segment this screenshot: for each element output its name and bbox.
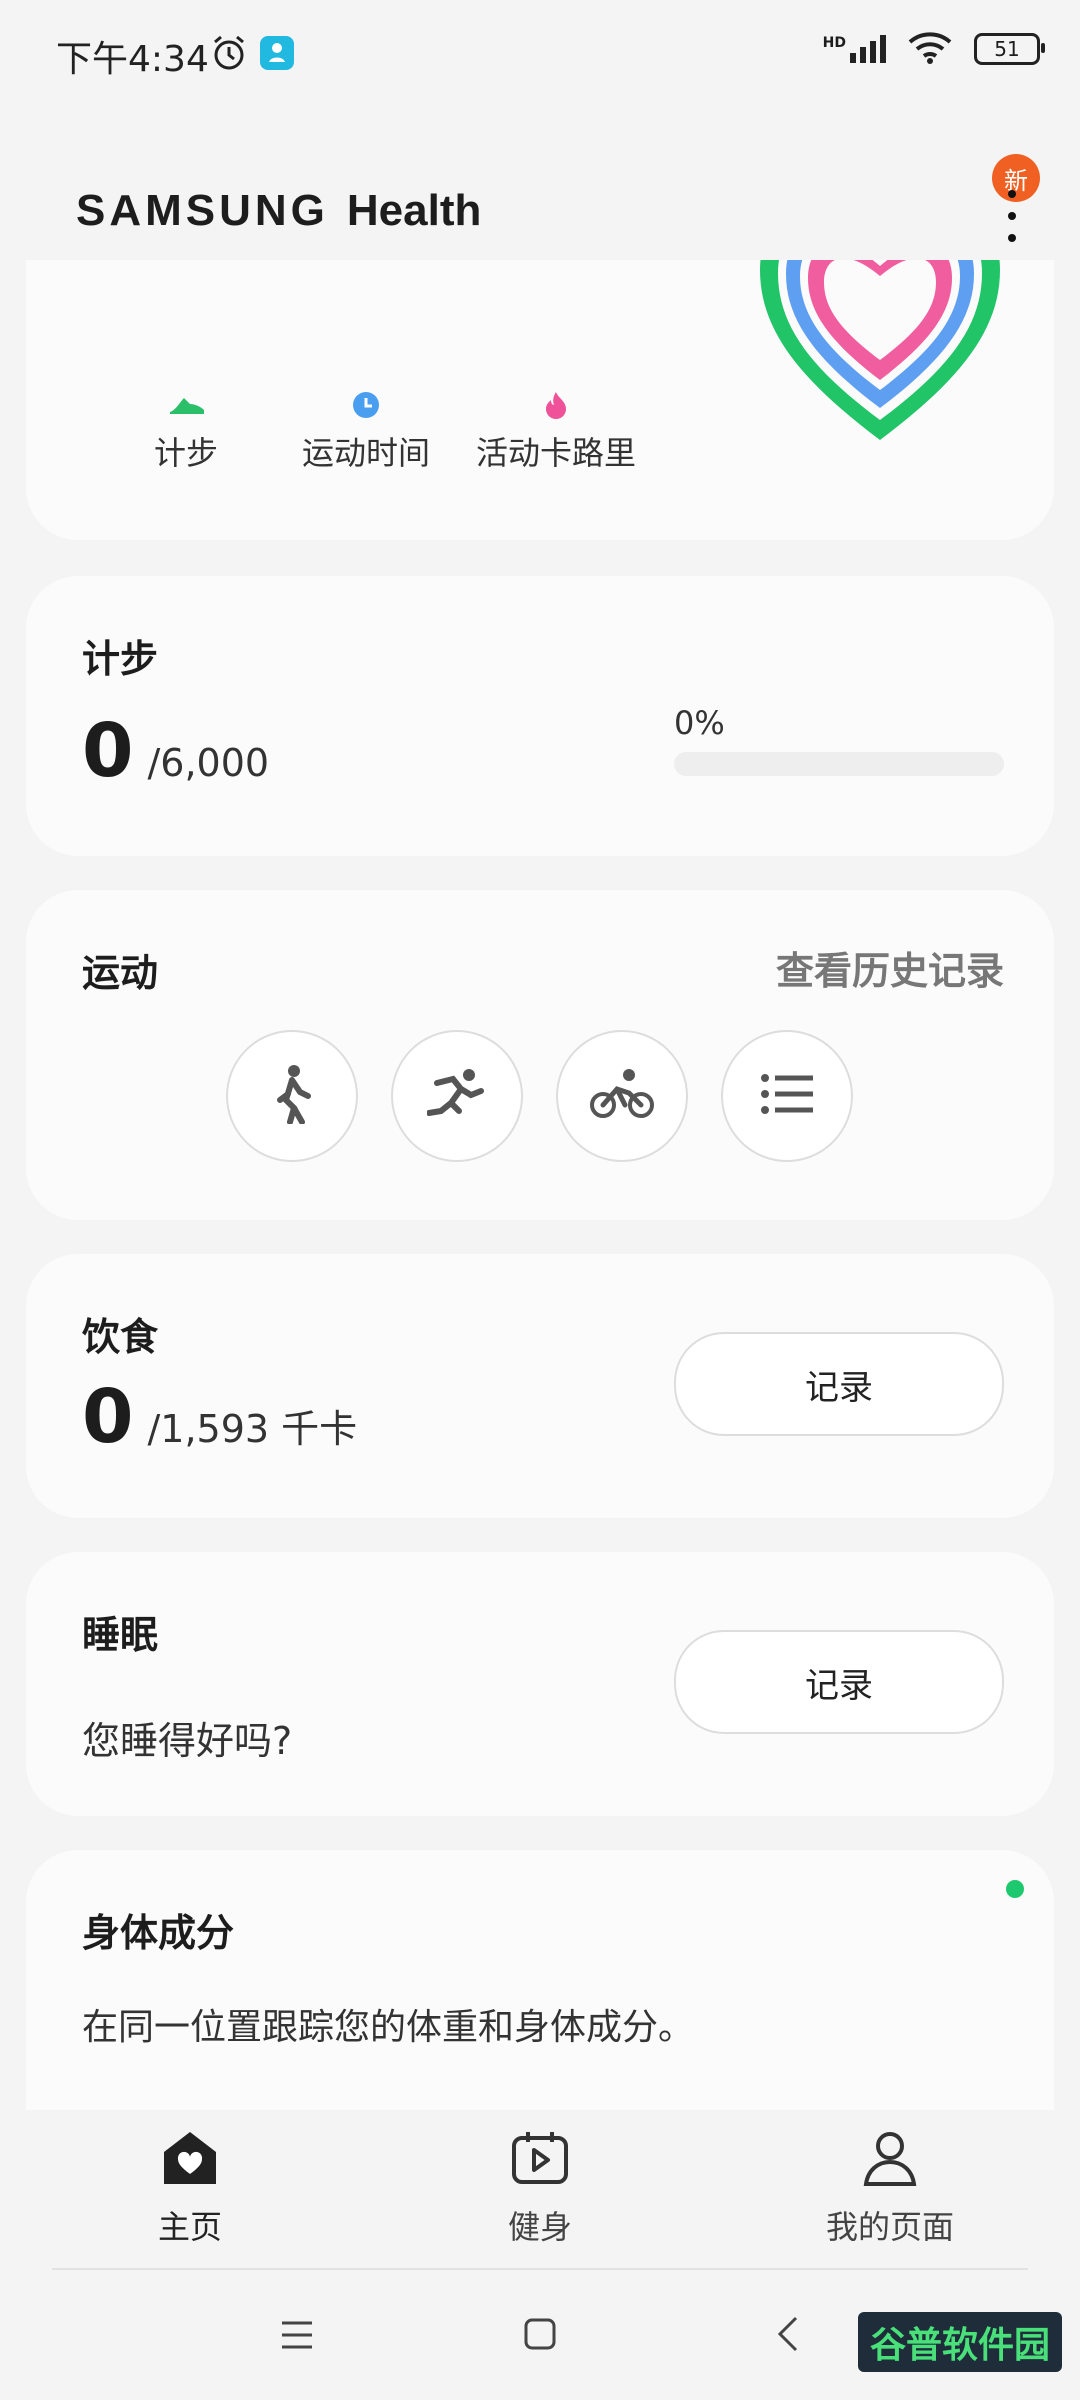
cycling-button[interactable] bbox=[556, 1030, 688, 1162]
sleep-prompt: 您睡得好吗? bbox=[82, 1719, 293, 1763]
walking-icon bbox=[270, 1064, 314, 1128]
home-square-icon[interactable] bbox=[524, 2318, 556, 2354]
steps-goal: /6,000 bbox=[147, 741, 270, 785]
more-activities-button[interactable] bbox=[721, 1030, 853, 1162]
body-composition-title: 身体成分 bbox=[82, 1911, 235, 1955]
brand-samsung: SAMSUNG bbox=[76, 186, 329, 235]
nav-label: 我的页面 bbox=[825, 2208, 954, 2246]
exercise-title: 运动 bbox=[82, 951, 159, 995]
person-icon bbox=[862, 2130, 918, 2194]
steps-percent: 0% bbox=[674, 704, 725, 742]
activity-summary-card[interactable]: 计步 运动时间 活动卡路里 bbox=[26, 260, 1054, 540]
steps-title: 计步 bbox=[82, 637, 159, 681]
running-icon bbox=[426, 1067, 487, 1125]
alarm-icon bbox=[210, 34, 248, 76]
nav-label: 健身 bbox=[507, 2208, 572, 2246]
shoe-icon bbox=[166, 390, 206, 428]
food-record-button[interactable]: 记录 bbox=[674, 1332, 1004, 1436]
food-count-row: 0 /1,593 千卡 bbox=[82, 1374, 357, 1460]
flame-icon bbox=[541, 390, 571, 428]
battery-icon: 51 bbox=[974, 33, 1045, 65]
body-composition-card[interactable]: 身体成分 在同一位置跟踪您的体重和身体成分。 bbox=[26, 1850, 1054, 2110]
food-title: 饮食 bbox=[82, 1315, 159, 1359]
legend-label: 活动卡路里 bbox=[475, 434, 636, 472]
legend-exercise-time: 运动时间 bbox=[266, 390, 466, 474]
steps-card[interactable]: 计步 0 /6,000 0% bbox=[26, 576, 1054, 856]
status-time: 下午4:34 bbox=[56, 39, 209, 80]
nav-my-page[interactable]: 我的页面 bbox=[800, 2130, 980, 2248]
clock-icon bbox=[351, 390, 381, 428]
sleep-card[interactable]: 睡眠 您睡得好吗? 记录 bbox=[26, 1552, 1054, 1816]
body-composition-description: 在同一位置跟踪您的体重和身体成分。 bbox=[82, 2007, 695, 2048]
food-card[interactable]: 饮食 0 /1,593 千卡 记录 bbox=[26, 1254, 1054, 1518]
brand-health: Health bbox=[346, 186, 482, 235]
battery-level: 51 bbox=[994, 37, 1020, 61]
more-options-button[interactable] bbox=[1000, 190, 1024, 242]
legend-active-calories: 活动卡路里 bbox=[446, 390, 666, 474]
exercise-card[interactable]: 运动 查看历史记录 bbox=[26, 890, 1054, 1220]
nav-home[interactable]: 主页 bbox=[120, 2130, 260, 2248]
steps-count-row: 0 /6,000 bbox=[82, 708, 269, 794]
recent-apps-icon[interactable] bbox=[280, 2320, 314, 2354]
view-history-link[interactable]: 查看历史记录 bbox=[776, 940, 1004, 995]
food-goal: /1,593 千卡 bbox=[147, 1407, 358, 1451]
walking-button[interactable] bbox=[226, 1030, 358, 1162]
running-button[interactable] bbox=[391, 1030, 523, 1162]
nav-label: 主页 bbox=[157, 2208, 222, 2246]
home-heart-icon bbox=[160, 2130, 220, 2194]
legend-steps: 计步 bbox=[86, 390, 286, 474]
bottom-navigation: 主页 健身 我的页面 bbox=[0, 2110, 1080, 2270]
activity-heart-rings bbox=[740, 260, 1020, 464]
watermark-logo: 谷普软件园 bbox=[858, 2312, 1063, 2372]
legend-label: 计步 bbox=[153, 434, 218, 472]
steps-value: 0 bbox=[82, 708, 134, 794]
nav-divider bbox=[52, 2268, 1028, 2270]
signal-label: HD bbox=[822, 35, 846, 51]
app-notification-icon bbox=[260, 36, 294, 70]
back-icon[interactable] bbox=[776, 2316, 800, 2356]
cycling-icon bbox=[589, 1069, 655, 1123]
new-indicator-dot bbox=[1006, 1880, 1024, 1898]
status-icons: HD 51 bbox=[823, 30, 1045, 68]
legend-label: 运动时间 bbox=[301, 434, 430, 472]
wifi-icon bbox=[908, 30, 952, 68]
nav-fitness[interactable]: 健身 bbox=[470, 2130, 610, 2248]
fitness-calendar-icon bbox=[510, 2130, 570, 2194]
list-icon bbox=[761, 1074, 813, 1118]
system-navigation-bar: 谷普软件园 bbox=[0, 2272, 1080, 2400]
app-logo: SAMSUNG Health bbox=[76, 186, 481, 236]
sleep-record-button[interactable]: 记录 bbox=[674, 1630, 1004, 1734]
steps-progress-bar bbox=[674, 752, 1004, 776]
sleep-title: 睡眠 bbox=[82, 1613, 159, 1657]
signal-icon: HD bbox=[823, 35, 886, 63]
food-value: 0 bbox=[82, 1374, 134, 1460]
